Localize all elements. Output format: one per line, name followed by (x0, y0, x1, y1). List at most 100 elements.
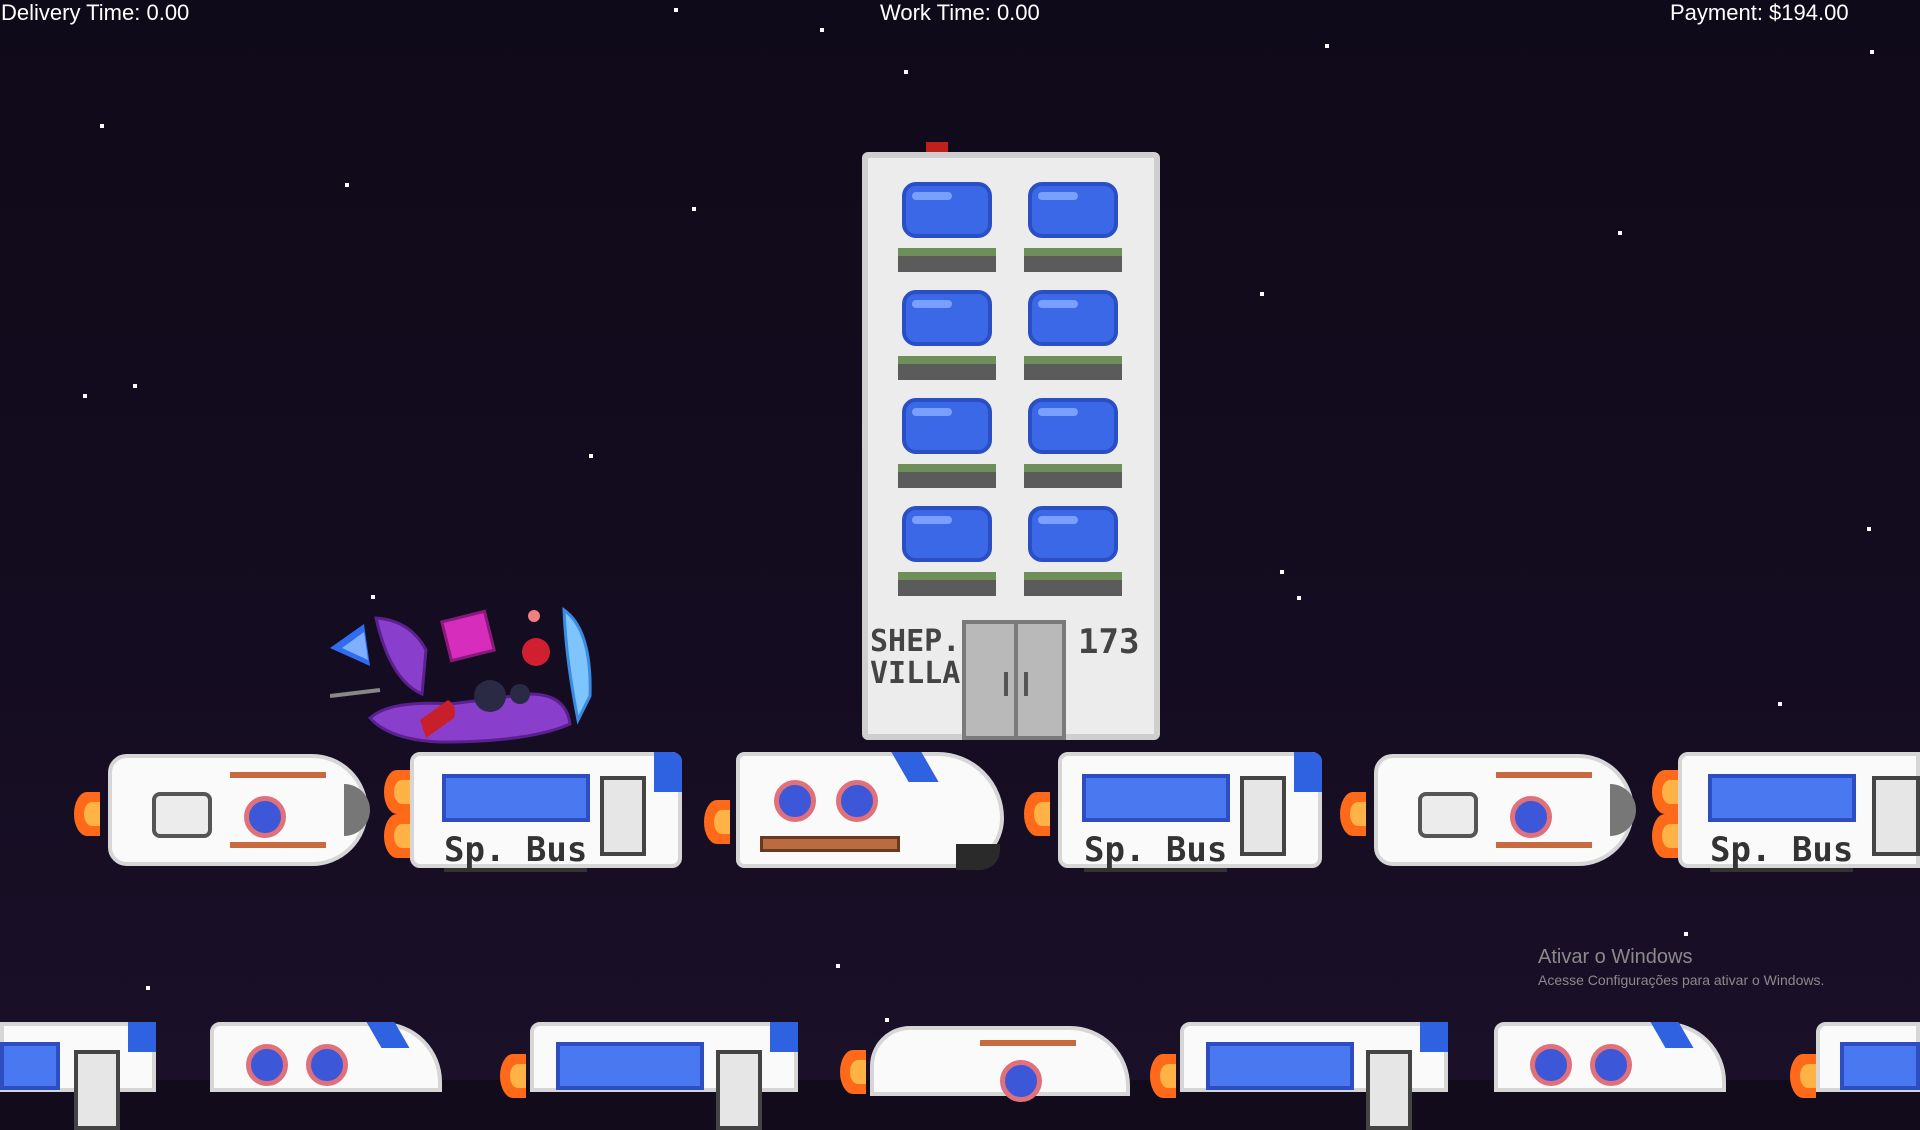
rocket-hatch (1418, 792, 1478, 838)
rocket-flame (840, 1050, 866, 1094)
space-rocket (1340, 750, 1640, 870)
space-bus (0, 1020, 160, 1130)
rocket-flame (1340, 792, 1366, 836)
window-planter (898, 248, 996, 272)
bus-flame (384, 770, 410, 814)
window-planter (1024, 464, 1122, 488)
space-rocket (840, 1020, 1140, 1102)
window-planter (898, 464, 996, 488)
bus-window (442, 774, 590, 822)
star (1260, 292, 1264, 296)
bus-window (1206, 1042, 1354, 1090)
work-time-label: Work Time: 0.00 (880, 0, 1040, 25)
building-number: 173 (1078, 622, 1140, 662)
building-name: SHEP. VILLA (870, 626, 970, 690)
star (589, 454, 593, 458)
porthole (774, 780, 816, 822)
building-window (1028, 290, 1118, 346)
building-window (1028, 398, 1118, 454)
star (1778, 702, 1782, 706)
bike-wing (374, 616, 428, 697)
space-bus (500, 1020, 800, 1130)
bus-door (716, 1050, 762, 1130)
star (674, 8, 678, 12)
rocket-flame (74, 792, 100, 836)
window-planter (1024, 572, 1122, 596)
door-handle (1004, 672, 1008, 696)
star (1867, 527, 1871, 531)
building-name-line1: SHEP. (870, 624, 961, 659)
helmet (522, 638, 550, 666)
star (1297, 596, 1301, 600)
porthole (1000, 1060, 1042, 1102)
bus-door (1240, 776, 1286, 856)
space-shuttle (210, 1020, 450, 1092)
space-bus (1150, 1020, 1450, 1130)
payment-label: Payment: $194.00 (1670, 0, 1849, 25)
bus-label: Sp. Bus (1710, 830, 1854, 872)
player-hoverbike (330, 606, 592, 744)
bus-label: Sp. Bus (1084, 830, 1228, 872)
rocket-hatch (152, 792, 212, 838)
bus-flame (500, 1054, 526, 1098)
bus-window (1708, 774, 1856, 822)
bus-flame (1652, 770, 1678, 814)
building-window (902, 290, 992, 346)
window-planter (898, 572, 996, 596)
bus-flame (1652, 814, 1678, 858)
bus-window (1082, 774, 1230, 822)
window-planter (898, 356, 996, 380)
space-bus: Sp. Bus (1024, 750, 1324, 872)
star (1325, 44, 1329, 48)
star (100, 124, 104, 128)
star (1280, 570, 1284, 574)
building-window (902, 182, 992, 238)
star (371, 595, 375, 599)
building-window (902, 398, 992, 454)
delivery-time-label: Delivery Time: 0.00 (1, 0, 190, 25)
star (1618, 231, 1622, 235)
bus-flame (1024, 792, 1050, 836)
star (146, 986, 150, 990)
star (1684, 932, 1688, 936)
space-bus: Sp. Bus (384, 750, 684, 872)
building-window (902, 506, 992, 562)
windows-activation-subtitle: Acesse Configurações para ativar o Windo… (1538, 972, 1825, 988)
star (820, 28, 824, 32)
shuttle-grille (760, 836, 900, 852)
star (692, 207, 696, 211)
blue-windshield (562, 606, 592, 725)
bus-door (1872, 776, 1920, 856)
bus-window (556, 1042, 704, 1090)
building-window (1028, 182, 1118, 238)
star (1870, 50, 1874, 54)
window-planter (1024, 356, 1122, 380)
building-window (1028, 506, 1118, 562)
bus-label: Sp. Bus (444, 830, 588, 872)
porthole (244, 796, 286, 838)
star (345, 183, 349, 187)
star (836, 964, 840, 968)
porthole (836, 780, 878, 822)
door-handle (1024, 672, 1028, 696)
bus-door (600, 776, 646, 856)
building-name-line2: VILLA (870, 656, 961, 691)
delivery-box (439, 609, 497, 663)
shuttle-flame (704, 800, 730, 844)
building-door[interactable] (962, 620, 1066, 740)
space-bus: Sp. Bus (1652, 750, 1920, 872)
space-bus (1790, 1020, 1920, 1098)
building-beacon (926, 142, 948, 152)
space-shuttle (1494, 1020, 1734, 1092)
window-planter (1024, 248, 1122, 272)
windows-activation-title: Ativar o Windows (1538, 946, 1693, 968)
bus-flame (1150, 1054, 1176, 1098)
star (904, 70, 908, 74)
bus-window (0, 1042, 60, 1090)
bus-door (74, 1050, 120, 1130)
bus-door (1366, 1050, 1412, 1130)
bike-body (367, 692, 572, 744)
game-scene[interactable]: Delivery Time: 0.00 Work Time: 0.00 Paym… (0, 0, 1920, 1130)
bus-flame (384, 814, 410, 858)
star (83, 394, 87, 398)
